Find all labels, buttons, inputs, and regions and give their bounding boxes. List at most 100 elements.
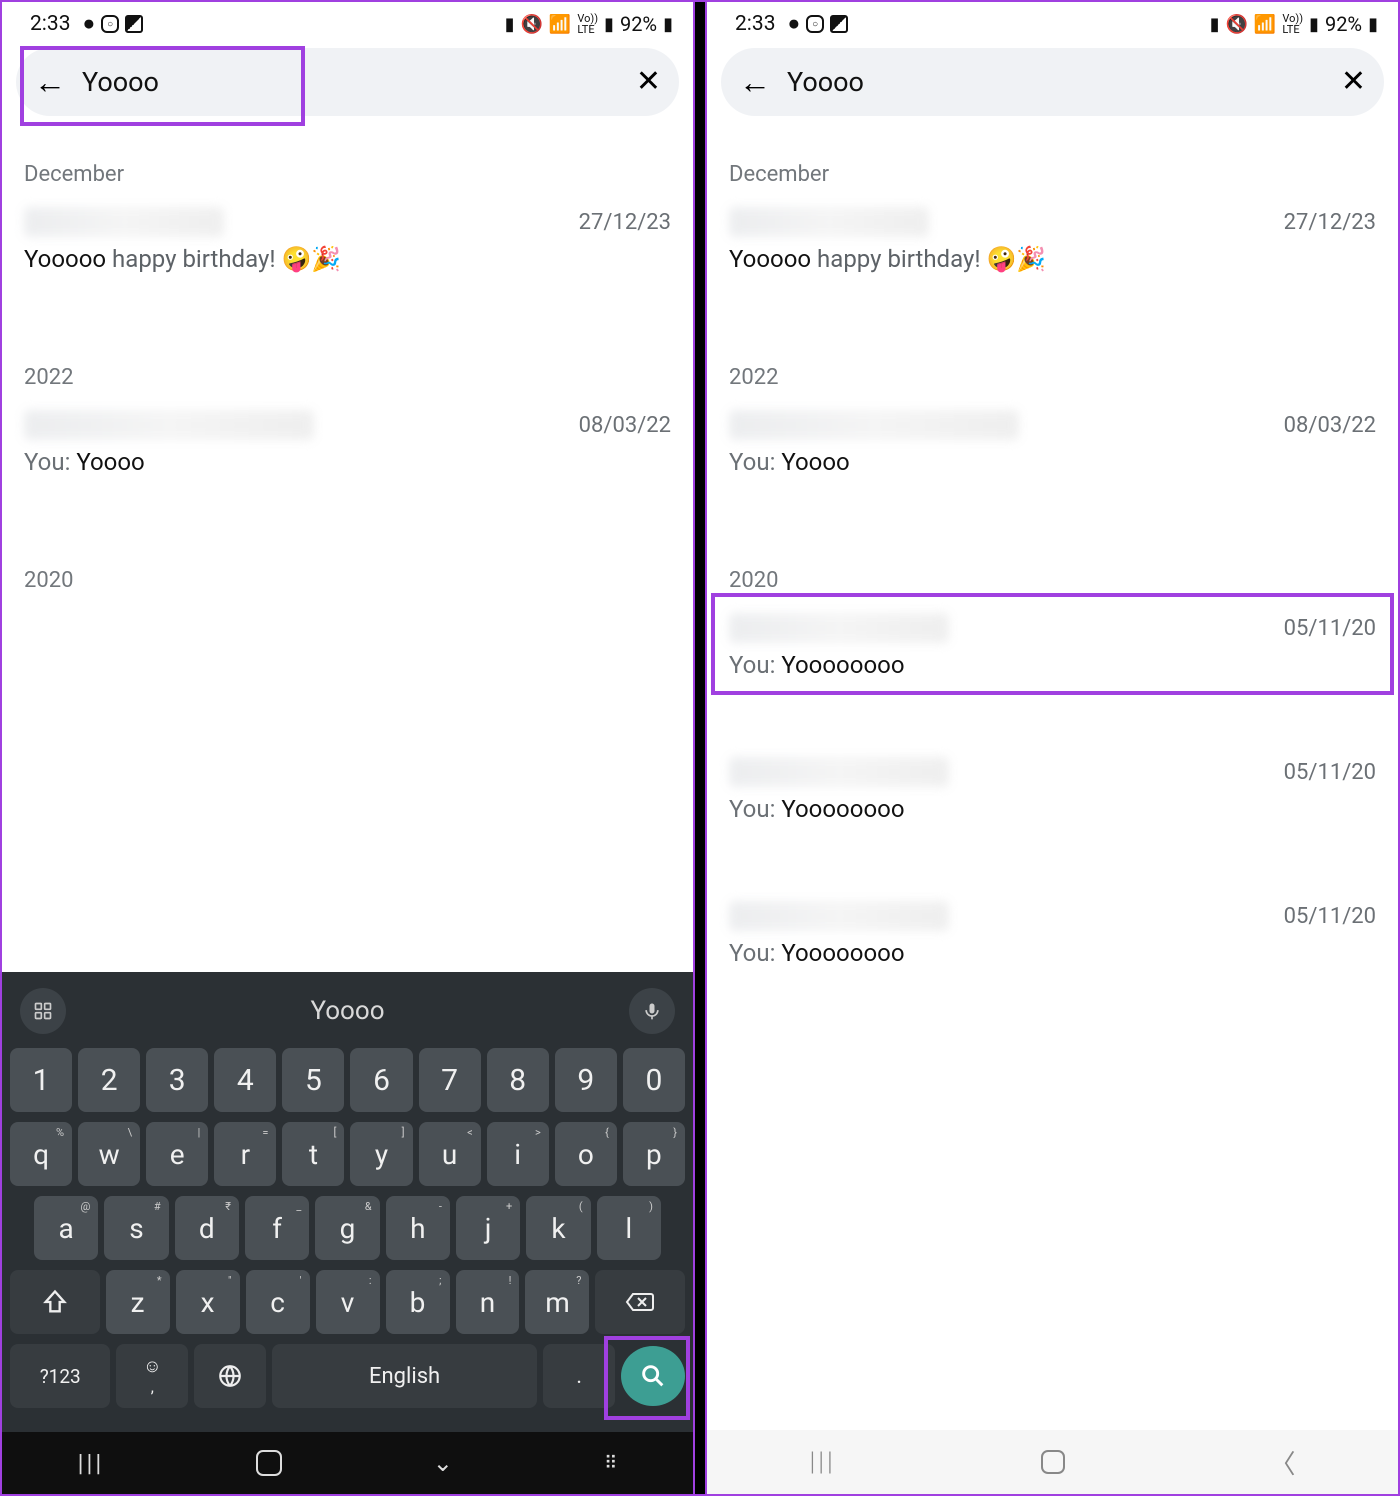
- status-time: 2:33: [735, 12, 776, 36]
- key-h[interactable]: h-: [386, 1196, 450, 1260]
- system-nav-bar: ||| ⌄ ⠿: [2, 1432, 693, 1494]
- mute-icon: 🔇: [521, 14, 543, 35]
- key-f[interactable]: f_: [245, 1196, 309, 1260]
- search-key[interactable]: [621, 1346, 685, 1406]
- key-b[interactable]: b;: [386, 1270, 450, 1334]
- result-item[interactable]: 27/12/23 Yooooo happy birthday! 🤪🎉: [729, 199, 1376, 333]
- section-label: 2022: [729, 365, 1376, 390]
- key-s[interactable]: s#: [104, 1196, 168, 1260]
- nav-recents-icon[interactable]: |||: [78, 1449, 105, 1477]
- search-bar[interactable]: ← Yoooo ✕: [16, 48, 679, 116]
- result-item[interactable]: 05/11/20 You: Yoooooooo: [729, 605, 1376, 749]
- key-o[interactable]: o{: [555, 1122, 617, 1186]
- search-results: December 27/12/23 Yooooo happy birthday!…: [707, 120, 1398, 1430]
- key-5[interactable]: 5: [282, 1048, 344, 1112]
- result-item[interactable]: 27/12/23 Yooooo happy birthday! 🤪🎉: [24, 199, 671, 333]
- mute-icon: 🔇: [1226, 14, 1248, 35]
- key-8[interactable]: 8: [487, 1048, 549, 1112]
- result-snippet: Yooooo happy birthday! 🤪🎉: [729, 245, 1376, 273]
- key-v[interactable]: v:: [316, 1270, 380, 1334]
- space-key[interactable]: English: [272, 1344, 537, 1408]
- key-a[interactable]: a@: [34, 1196, 98, 1260]
- nav-home-icon[interactable]: [1041, 1450, 1065, 1474]
- key-g[interactable]: g&: [315, 1196, 379, 1260]
- keyboard-row-bottom: ?123 ☺, English .: [8, 1344, 687, 1408]
- result-item[interactable]: 05/11/20 You: Yoooooooo: [729, 893, 1376, 1027]
- key-w[interactable]: w\: [78, 1122, 140, 1186]
- back-icon[interactable]: ←: [34, 66, 66, 98]
- result-snippet: You: Yoooo: [729, 448, 1376, 476]
- search-input[interactable]: Yoooo: [787, 66, 1341, 98]
- result-date: 05/11/20: [1284, 616, 1376, 641]
- key-d[interactable]: d₹: [175, 1196, 239, 1260]
- key-1[interactable]: 1: [10, 1048, 72, 1112]
- nav-home-icon[interactable]: [256, 1450, 282, 1476]
- status-time: 2:33: [30, 12, 71, 36]
- onscreen-keyboard[interactable]: Yoooo 1234567890 q%w\e|r=t[y]u<i>o{p} a@…: [2, 972, 693, 1432]
- key-t[interactable]: t[: [282, 1122, 344, 1186]
- period-key[interactable]: .: [543, 1344, 615, 1408]
- key-q[interactable]: q%: [10, 1122, 72, 1186]
- result-date: 08/03/22: [579, 413, 671, 438]
- battery-percent: 92%: [620, 12, 657, 36]
- result-snippet: You: Yoooooooo: [729, 795, 1376, 823]
- nav-recents-icon[interactable]: |||: [809, 1447, 835, 1477]
- result-date: 05/11/20: [1284, 904, 1376, 929]
- result-snippet: Yooooo happy birthday! 🤪🎉: [24, 245, 671, 273]
- image-icon: [830, 15, 848, 33]
- backspace-key[interactable]: [595, 1270, 685, 1334]
- key-y[interactable]: y]: [350, 1122, 412, 1186]
- key-3[interactable]: 3: [146, 1048, 208, 1112]
- result-date: 27/12/23: [579, 210, 671, 235]
- signal-icon: ▮: [1309, 14, 1319, 35]
- contact-name-blurred: [729, 410, 1019, 440]
- search-input[interactable]: Yoooo: [82, 66, 636, 98]
- section-label: 2020: [729, 568, 1376, 593]
- key-x[interactable]: x": [176, 1270, 240, 1334]
- result-item[interactable]: 05/11/20 You: Yoooooooo: [729, 749, 1376, 893]
- key-m[interactable]: m?: [525, 1270, 589, 1334]
- panel-divider: [693, 2, 707, 1494]
- shift-key[interactable]: [10, 1270, 100, 1334]
- nav-hide-keyboard-icon[interactable]: ⌄: [433, 1449, 453, 1477]
- emoji-key[interactable]: ☺,: [116, 1344, 188, 1408]
- key-6[interactable]: 6: [350, 1048, 412, 1112]
- result-item[interactable]: 08/03/22 You: Yoooo: [729, 402, 1376, 536]
- clear-icon[interactable]: ✕: [636, 67, 661, 97]
- key-z[interactable]: z*: [106, 1270, 170, 1334]
- key-9[interactable]: 9: [555, 1048, 617, 1112]
- battery-saver-icon: ▮: [505, 14, 515, 35]
- key-l[interactable]: l): [597, 1196, 661, 1260]
- search-bar[interactable]: ← Yoooo ✕: [721, 48, 1384, 116]
- instagram-icon: ○: [806, 15, 824, 33]
- result-snippet: You: Yoooo: [24, 448, 671, 476]
- contact-name-blurred: [729, 207, 929, 237]
- section-label: 2022: [24, 365, 671, 390]
- keyboard-clipboard-icon[interactable]: [20, 988, 66, 1034]
- key-c[interactable]: c': [246, 1270, 310, 1334]
- key-7[interactable]: 7: [419, 1048, 481, 1112]
- result-date: 05/11/20: [1284, 760, 1376, 785]
- key-i[interactable]: i>: [487, 1122, 549, 1186]
- key-4[interactable]: 4: [214, 1048, 276, 1112]
- keyboard-suggestion[interactable]: Yoooo: [66, 996, 629, 1026]
- language-key[interactable]: [194, 1344, 266, 1408]
- key-r[interactable]: r=: [214, 1122, 276, 1186]
- key-n[interactable]: n!: [456, 1270, 520, 1334]
- keyboard-mic-icon[interactable]: [629, 988, 675, 1034]
- symbols-key[interactable]: ?123: [10, 1344, 110, 1408]
- key-j[interactable]: j+: [456, 1196, 520, 1260]
- key-0[interactable]: 0: [623, 1048, 685, 1112]
- back-icon[interactable]: ←: [739, 66, 771, 98]
- nav-keyboard-icon[interactable]: ⠿: [604, 1453, 617, 1474]
- key-2[interactable]: 2: [78, 1048, 140, 1112]
- key-e[interactable]: e|: [146, 1122, 208, 1186]
- left-screenshot: 2:33 ● ○ ▮ 🔇 📶 Vo))LTE ▮ 92% ▮ ← Yoooo ✕…: [2, 2, 693, 1494]
- key-u[interactable]: u<: [419, 1122, 481, 1186]
- clear-icon[interactable]: ✕: [1341, 67, 1366, 97]
- nav-back-icon[interactable]: 〈: [1270, 1444, 1296, 1481]
- key-p[interactable]: p}: [623, 1122, 685, 1186]
- result-item[interactable]: 08/03/22 You: Yoooo: [24, 402, 671, 536]
- keyboard-row-z: z*x"c'v:b;n!m?: [8, 1270, 687, 1334]
- key-k[interactable]: k(: [526, 1196, 590, 1260]
